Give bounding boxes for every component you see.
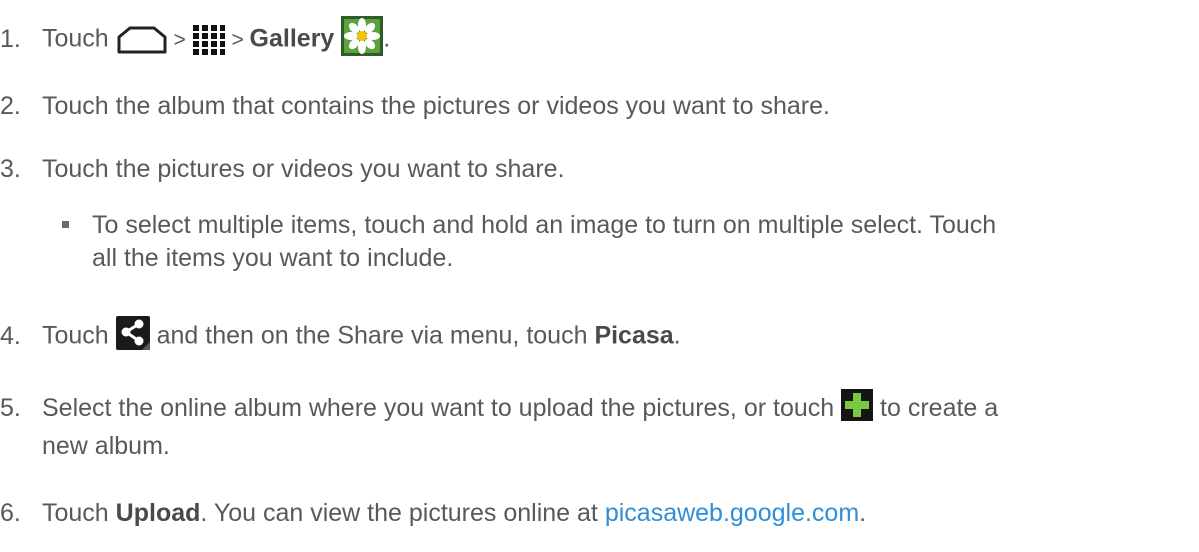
step-text: . (859, 499, 867, 527)
step-text: Touch the pictures or videos you want to… (42, 155, 565, 183)
upload-label: Upload (115, 499, 201, 527)
step-6: 6. Touch Upload. You can view the picture… (0, 497, 866, 529)
step-number: 4. (0, 321, 21, 350)
step-text: . (383, 24, 391, 53)
step-text: Touch (42, 321, 116, 350)
step-1: 1. Touch > > Gallery . (0, 16, 390, 64)
home-icon (116, 25, 168, 55)
share-icon (115, 316, 150, 358)
step-text: Touch (42, 499, 116, 527)
instructions-document: 1. Touch > > Gallery . 2. Touch the albu… (0, 0, 1199, 552)
gallery-icon (341, 16, 384, 64)
apps-icon (192, 24, 226, 56)
step-text: Touch the album that contains the pictur… (42, 92, 830, 120)
bullet-text-line2: all the items you want to include. (92, 244, 454, 272)
step-2: 2. Touch the album that contains the pict… (0, 90, 830, 122)
step-text: to create a (873, 394, 999, 423)
step-text: and then on the Share via menu, touch (149, 321, 595, 350)
step-number: 5. (0, 394, 21, 423)
gallery-label: Gallery (249, 24, 335, 53)
bullet-marker (62, 221, 69, 228)
step-3: 3. Touch the pictures or videos you want … (0, 153, 565, 185)
step-number: 6. (0, 499, 21, 527)
picasa-label: Picasa (594, 321, 674, 350)
step-4: 4. Touch and then on the Share via menu, … (0, 316, 681, 358)
step-number: 1. (0, 24, 21, 53)
step-text: Select the online album where you want t… (42, 394, 842, 423)
step-text: . (673, 321, 681, 350)
separator: > (225, 28, 250, 52)
sub-bullet: To select multiple items, touch and hold… (62, 209, 1152, 275)
step-5: 5. Select the online album where you want… (0, 389, 1190, 463)
step-number: 3. (0, 155, 21, 183)
step-number: 2. (0, 92, 21, 120)
step-text-line2: new album. (42, 432, 170, 460)
plus-icon (841, 389, 874, 430)
step-text: . You can view the pictures online at (200, 499, 605, 527)
picasaweb-link[interactable]: picasaweb.google.com (605, 499, 859, 527)
bullet-text-line1: To select multiple items, touch and hold… (92, 211, 997, 239)
step-text: Touch (42, 24, 116, 53)
separator: > (167, 28, 192, 52)
